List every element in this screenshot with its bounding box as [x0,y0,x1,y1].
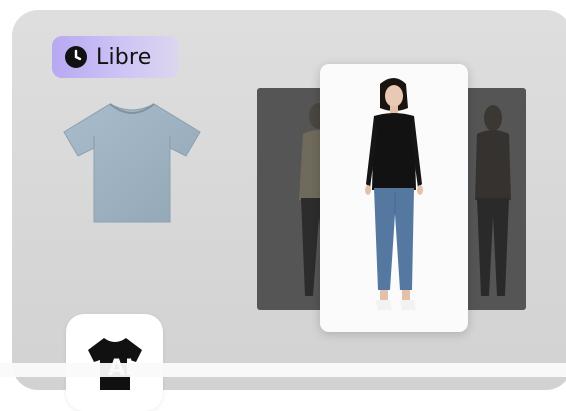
libre-badge: Libre [52,36,179,78]
badge-label: Libre [96,44,152,70]
model-preview-card[interactable] [320,64,468,332]
clock-icon [64,45,88,69]
right-model-silhouette [475,105,511,296]
tshirt-image[interactable] [62,96,202,226]
model-figure [365,78,423,310]
bottom-edge [0,363,566,377]
